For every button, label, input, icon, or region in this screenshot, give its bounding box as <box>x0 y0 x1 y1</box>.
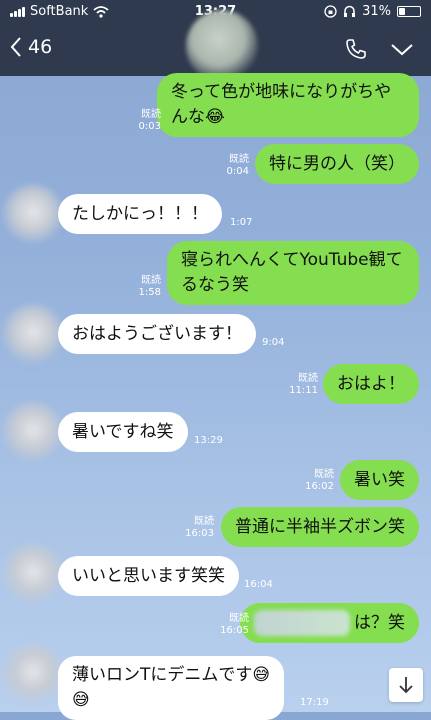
message-text: 薄いロンTにデニムです😅 <box>72 665 271 685</box>
message-text: 寝られへんくてYouTube観て <box>181 250 403 270</box>
message-text: るなう笑 <box>181 275 249 295</box>
contact-avatar <box>186 10 258 82</box>
message-text: 😅 <box>72 690 90 710</box>
message-text: は？笑 <box>354 613 405 633</box>
unread-count: 46 <box>28 36 53 58</box>
message-meta: 既読 1:58 <box>139 275 161 299</box>
back-button[interactable]: 46 <box>10 36 52 58</box>
read-receipt: 既読 <box>298 373 318 384</box>
message-bubble-incoming[interactable]: おはようございます！ <box>58 314 256 354</box>
message-text: 普通に半袖半ズボン笑 <box>235 517 405 537</box>
chevron-left-icon <box>10 37 21 57</box>
read-receipt: 既読 <box>141 275 161 286</box>
message-meta: 既読 0:03 <box>139 109 161 133</box>
message-time: 13:29 <box>194 435 223 446</box>
wifi-icon <box>93 5 109 18</box>
message-bubble-incoming[interactable]: 暑いですね笑 <box>58 412 188 452</box>
message-text: おはようございます！ <box>72 324 242 344</box>
sender-avatar[interactable] <box>2 402 64 464</box>
message-bubble-outgoing[interactable]: 寝られへんくてYouTube観て るなう笑 <box>167 241 419 305</box>
message-meta: 既読 16:02 <box>305 469 334 493</box>
arrow-down-icon <box>399 677 413 694</box>
message-time: 11:11 <box>289 385 318 396</box>
phone-icon[interactable] <box>344 37 368 61</box>
message-time: 16:03 <box>185 528 214 539</box>
message-bubble-incoming[interactable]: 薄いロンTにデニムです😅 😅 <box>58 656 285 720</box>
chevron-down-icon[interactable] <box>389 38 415 60</box>
message-bubble-outgoing[interactable]: おはよ！ <box>323 364 419 404</box>
message-text: んな😂 <box>171 107 225 127</box>
message-bubble-outgoing[interactable]: 普通に半袖半ズボン笑 <box>221 507 419 547</box>
battery-icon <box>397 6 421 17</box>
rotation-lock-icon <box>324 5 337 18</box>
message-time: 16:05 <box>220 625 249 636</box>
signal-icon <box>10 6 25 17</box>
message-bubble-incoming[interactable]: たしかにっ！！！ <box>58 194 222 234</box>
message-bubble-outgoing[interactable]: 暑い笑 <box>340 460 419 500</box>
message-list[interactable]: 冬って色が地味になりがちや んな😂 既読 0:03 特に男の人（笑） 既読 0:… <box>0 73 431 720</box>
chat-header: 46 <box>0 10 431 82</box>
read-receipt: 既読 <box>314 469 334 480</box>
carrier: SoftBank <box>10 4 109 19</box>
message-time: 1:58 <box>138 287 161 298</box>
message-meta: 既読 11:11 <box>289 373 318 397</box>
message-text: 冬って色が地味になりがちや <box>171 82 392 102</box>
read-receipt: 既読 <box>194 516 214 527</box>
sender-avatar[interactable] <box>2 304 64 366</box>
message-text: 特に男の人（笑） <box>269 154 405 174</box>
message-meta: 既読 16:03 <box>185 516 214 540</box>
sender-avatar[interactable] <box>2 644 64 706</box>
message-text: おはよ！ <box>337 374 405 394</box>
scroll-to-bottom-button[interactable] <box>389 668 423 702</box>
message-time: 0:04 <box>226 166 249 177</box>
read-receipt: 既読 <box>141 109 161 120</box>
message-meta: 既読 0:04 <box>227 154 249 178</box>
message-text: いいと思います笑笑 <box>72 566 225 586</box>
sender-avatar[interactable] <box>2 544 64 606</box>
headphones-icon <box>344 5 356 17</box>
message-text: 暑い笑 <box>354 470 405 490</box>
sender-avatar[interactable] <box>2 184 64 246</box>
redacted-text <box>254 610 350 636</box>
message-time: 16:02 <box>305 481 334 492</box>
message-time: 17:19 <box>300 697 329 708</box>
message-meta: 既読 16:05 <box>220 613 249 637</box>
message-time: 16:04 <box>244 579 273 590</box>
carrier-name: SoftBank <box>30 4 89 19</box>
message-bubble-outgoing[interactable]: 冬って色が地味になりがちや んな😂 <box>157 73 419 137</box>
read-receipt: 既読 <box>229 154 249 165</box>
message-time: 1:07 <box>230 217 253 228</box>
message-bubble-outgoing[interactable]: は？笑 <box>240 603 419 643</box>
message-text: たしかにっ！！！ <box>72 204 208 224</box>
battery-percent: 31% <box>362 4 391 19</box>
message-bubble-outgoing[interactable]: 特に男の人（笑） <box>255 144 419 184</box>
message-time: 9:04 <box>262 337 285 348</box>
message-bubble-incoming[interactable]: いいと思います笑笑 <box>58 556 239 596</box>
message-text: 暑いですね笑 <box>72 422 174 442</box>
read-receipt: 既読 <box>229 613 249 624</box>
message-time: 0:03 <box>138 121 161 132</box>
